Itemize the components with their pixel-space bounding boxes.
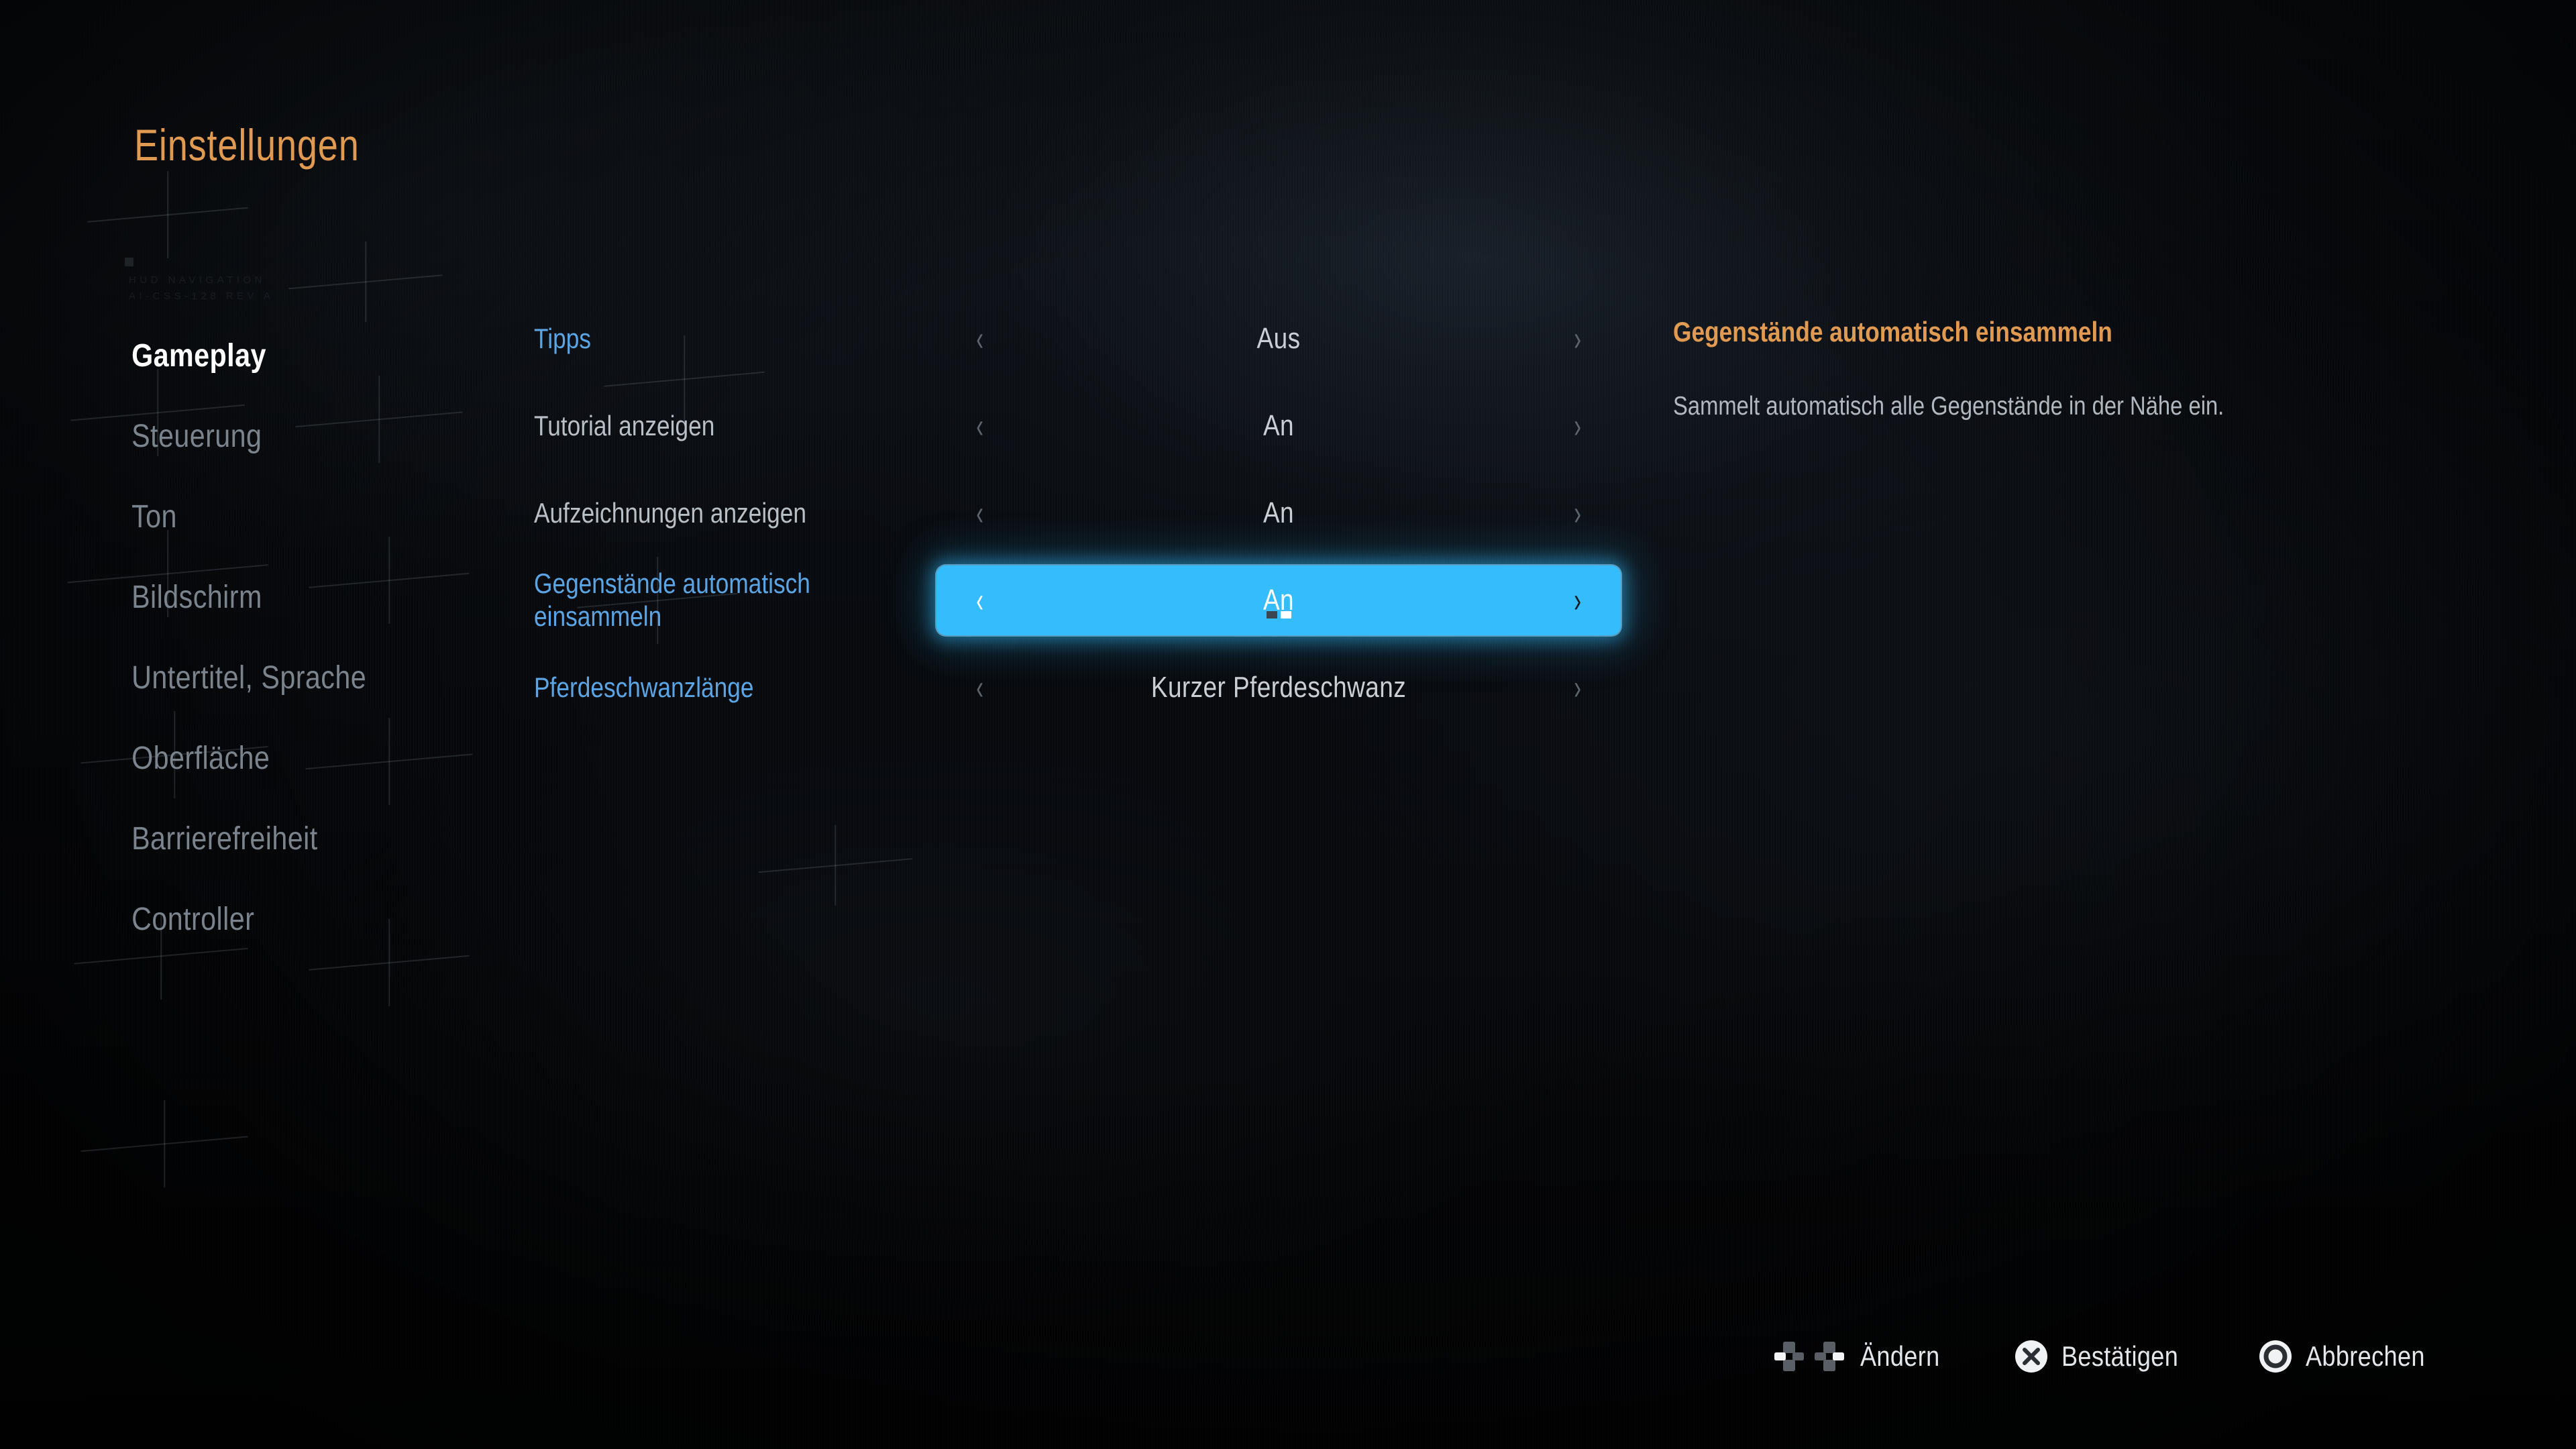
setting-row[interactable]: Tutorial anzeigen ‹ An › [534, 382, 1621, 470]
chevron-left-icon[interactable]: ‹ [976, 409, 983, 443]
cross-button-icon [2015, 1340, 2048, 1373]
sidebar-item-label: Ton [131, 498, 177, 535]
settings-category-sidebar: Gameplay Steuerung Ton Bildschirm Untertitel… [0, 315, 443, 959]
dpad-left-right-icon [1772, 1339, 1847, 1374]
option-description-title: Gegenstände automatisch einsammeln [1673, 316, 2112, 347]
setting-value: An [1263, 496, 1295, 529]
settings-screen: HUD NAVIGATION AI-CSS-128 REV A Einstell… [0, 0, 2576, 1449]
sidebar-item-untertitel-sprache[interactable]: Untertitel, Sprache [0, 637, 381, 718]
button-hint-label: Abbrechen [2306, 1340, 2426, 1372]
setting-row[interactable]: Pferdeschwanzlänge ‹ Kurzer Pferdeschwanz › [534, 644, 1621, 731]
crosshair-decoration [80, 1100, 248, 1187]
sidebar-item-barrierefreiheit[interactable]: Barrierefreiheit [0, 798, 381, 879]
crosshair-decoration [758, 825, 912, 906]
sidebar-item-label: Bildschirm [131, 579, 262, 615]
option-page-indicator [936, 611, 1621, 619]
button-hint-label: Ändern [1860, 1340, 1940, 1372]
sidebar-item-label: Untertitel, Sprache [131, 659, 367, 696]
setting-value-stepper[interactable]: ‹ Kurzer Pferdeschwanz › [936, 653, 1621, 722]
sidebar-item-label: Steuerung [131, 418, 262, 454]
option-description-panel: Gegenstände automatisch einsammeln Samme… [1673, 315, 2250, 428]
setting-row[interactable]: Aufzeichnungen anzeigen ‹ An › [534, 470, 1621, 557]
chevron-left-icon[interactable]: ‹ [976, 496, 983, 531]
setting-value-stepper[interactable]: ‹ An › [936, 391, 1621, 461]
setting-value-stepper-selected[interactable]: ‹ An › [936, 566, 1621, 635]
sidebar-item-controller[interactable]: Controller [0, 879, 381, 959]
option-page-dot [1266, 611, 1277, 619]
chevron-right-icon[interactable]: › [1574, 670, 1581, 705]
setting-value: An [1263, 409, 1295, 442]
setting-row-label: Tipps [534, 322, 591, 354]
settings-options-list: Tipps ‹ Aus › Tutorial anzeigen ‹ An › Aufzeichn… [534, 295, 1621, 731]
button-hint-label: Bestätigen [2061, 1340, 2178, 1372]
chevron-left-icon[interactable]: ‹ [976, 321, 983, 356]
setting-row[interactable]: Gegenstände automatisch einsammeln ‹ An › [534, 557, 1621, 644]
page-title: Einstellungen [134, 120, 360, 170]
crosshair-decoration [87, 171, 248, 258]
sidebar-item-steuerung[interactable]: Steuerung [0, 396, 381, 476]
button-hint[interactable]: Ändern [1772, 1339, 1953, 1374]
setting-row-label: Aufzeichnungen anzeigen [534, 496, 807, 529]
chevron-right-icon[interactable]: › [1574, 409, 1581, 443]
sidebar-item-label: Oberfläche [131, 740, 270, 776]
option-description-body: Sammelt automatisch alle Gegenstände in … [1673, 392, 2224, 421]
chevron-left-icon[interactable]: ‹ [976, 670, 983, 705]
dpad-left-icon [1772, 1339, 1807, 1374]
option-page-dot [1280, 611, 1291, 619]
setting-row-label: Pferdeschwanzlänge [534, 671, 754, 703]
hud-label-line-2: AI-CSS-128 REV A [129, 290, 274, 302]
setting-value: Aus [1256, 322, 1301, 355]
chevron-right-icon[interactable]: › [1574, 496, 1581, 531]
controller-button-hints: Ändern Bestätigen Abbrechen [1772, 1339, 2445, 1374]
setting-value-stepper[interactable]: ‹ Aus › [936, 304, 1621, 374]
hud-label-line-1: HUD NAVIGATION [129, 274, 266, 286]
chevron-right-icon[interactable]: › [1574, 583, 1581, 618]
circle-button-icon [2259, 1340, 2292, 1373]
sidebar-item-gameplay[interactable]: Gameplay [0, 315, 381, 396]
sidebar-item-ton[interactable]: Ton [0, 476, 381, 557]
sidebar-item-bildschirm[interactable]: Bildschirm [0, 557, 381, 637]
chevron-right-icon[interactable]: › [1574, 321, 1581, 356]
crosshair-decoration [288, 241, 443, 322]
hud-square-decoration [125, 258, 133, 266]
setting-row-label: Tutorial anzeigen [534, 409, 715, 441]
button-hint[interactable]: Bestätigen [2015, 1340, 2197, 1373]
button-hint[interactable]: Abbrechen [2259, 1340, 2445, 1373]
setting-row[interactable]: Tipps ‹ Aus › [534, 295, 1621, 382]
setting-row-label: Gegenstände automatisch einsammeln [534, 568, 810, 632]
sidebar-item-label: Controller [131, 901, 255, 937]
sidebar-item-label: Barrierefreiheit [131, 820, 318, 857]
setting-value-stepper[interactable]: ‹ An › [936, 478, 1621, 548]
sidebar-item-label: Gameplay [131, 337, 266, 374]
setting-value: Kurzer Pferdeschwanz [1150, 671, 1407, 704]
dpad-right-icon [1812, 1339, 1847, 1374]
sidebar-item-oberfl-che[interactable]: Oberfläche [0, 718, 381, 798]
